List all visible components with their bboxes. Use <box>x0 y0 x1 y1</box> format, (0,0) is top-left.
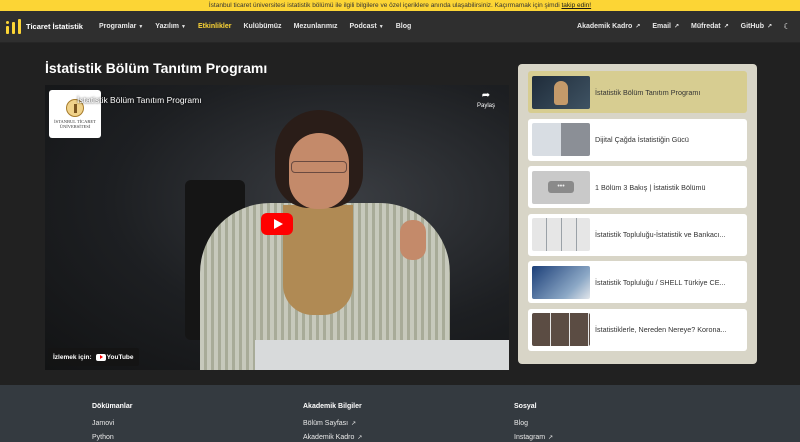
nav-mufredat[interactable]: Müfredat ↗ <box>685 23 735 30</box>
playlist-item-title: Dijital Çağda İstatistiğin Gücü <box>595 135 689 144</box>
playlist-item[interactable]: İstatistik Topluluğu-İstatistik ve Banka… <box>528 213 747 256</box>
external-link-icon: ↗ <box>357 435 363 441</box>
main-content: İstatistik Bölüm Tanıtım Programı İSTANB… <box>0 43 800 385</box>
brand-name: Ticaret İstatistik <box>26 22 83 31</box>
navbar: Ticaret İstatistik Programlar ▼ Yazılım ▼ … <box>0 11 800 43</box>
footer-link-akademik-kadro[interactable]: Akademik Kadro ↗ <box>303 434 362 441</box>
announcement-text: İstanbul ticaret üniversitesi istatistik… <box>208 2 560 9</box>
playlist-item-title: 1 Bölüm 3 Bakış | İstatistik Bölümü <box>595 182 706 192</box>
video-thumbnail-image <box>532 75 590 109</box>
chevron-down-icon: ▼ <box>181 23 186 30</box>
chevron-down-icon: ▼ <box>138 23 144 30</box>
nav-mezunlarimiz[interactable]: Mezunlarımız <box>288 23 344 30</box>
channel-badge-text: İSTANBUL TİCARET ÜNİVERSİTESİ <box>54 119 96 129</box>
footer-heading: Dökümanlar <box>92 403 133 410</box>
nav-email[interactable]: Email ↗ <box>646 23 685 30</box>
nav-left: Programlar ▼ Yazılım ▼ Etkinlikler Kulübüm… <box>93 23 417 30</box>
watch-on-label: İzlemek için: <box>53 353 92 361</box>
play-button[interactable] <box>261 213 293 235</box>
nav-blog[interactable]: Blog <box>390 23 418 30</box>
play-icon <box>273 219 283 229</box>
nav-yazilim[interactable]: Yazılım ▼ <box>149 23 192 30</box>
playlist-item[interactable]: İstatistiklerle, Nereden Nereye? Korona.… <box>528 308 747 351</box>
brand[interactable]: Ticaret İstatistik <box>6 19 83 34</box>
share-label: Paylaş <box>476 103 495 109</box>
share-icon: ➦ <box>481 90 491 101</box>
nav-programlar[interactable]: Programlar ▼ <box>93 23 149 30</box>
external-link-icon: ↗ <box>674 24 680 30</box>
playlist-item-title: İstatistik Topluluğu-İstatistik ve Banka… <box>595 230 726 239</box>
playlist-item[interactable]: İstatistik Bölüm Tanıtım Programı <box>528 71 747 113</box>
playlist-item-title: İstatistik Bölüm Tanıtım Programı <box>595 87 701 97</box>
video-thumbnail-image <box>532 265 590 299</box>
nav-akademik-kadro[interactable]: Akademik Kadro ↗ <box>571 23 646 30</box>
external-link-icon: ↗ <box>635 24 641 30</box>
external-link-icon: ↗ <box>723 24 729 30</box>
announcement-bar: İstanbul ticaret üniversitesi istatistik… <box>0 0 800 11</box>
page-title: İstatistik Bölüm Tanıtım Programı <box>45 60 268 76</box>
footer-heading: Sosyal <box>514 403 537 410</box>
video-player[interactable]: İSTANBUL TİCARET ÜNİVERSİTESİ İstatistik… <box>45 85 509 370</box>
watch-on-youtube-button[interactable]: İzlemek için: YouTube <box>48 348 139 366</box>
footer-heading: Akademik Bilgiler <box>303 403 362 410</box>
video-title[interactable]: İstatistik Bölüm Tanıtım Programı <box>77 95 202 105</box>
playlist: İstatistik Bölüm Tanıtım Programı Dijita… <box>518 64 757 364</box>
footer-column-akademik: Akademik Bilgiler Bölüm Sayfası ↗ Akadem… <box>303 403 362 442</box>
video-thumbnail-image <box>532 123 590 156</box>
playlist-item[interactable]: Dijital Çağda İstatistiğin Gücü <box>528 118 747 161</box>
video-thumbnail-image <box>532 218 590 251</box>
nav-right: Akademik Kadro ↗ Email ↗ Müfredat ↗ GitHub ↗… <box>571 22 794 31</box>
playlist-item-title: İstatistiklerle, Nereden Nereye? Korona.… <box>595 325 727 334</box>
footer-link-bolum-sayfasi[interactable]: Bölüm Sayfası ↗ <box>303 420 362 427</box>
footer-link-jamovi[interactable]: Jamovi <box>92 420 132 427</box>
footer-column-sosyal: Sosyal Blog Instagram ↗ <box>514 403 553 442</box>
youtube-logo-icon: YouTube <box>95 353 134 361</box>
external-link-icon: ↗ <box>766 24 772 30</box>
nav-kulubumuz[interactable]: Kulübümüz <box>237 23 287 30</box>
playlist-item-title: İstatistik Topluluğu / SHELL Türkiye CE.… <box>595 277 726 287</box>
chevron-down-icon: ▼ <box>378 23 384 30</box>
external-link-icon: ↗ <box>548 435 554 441</box>
video-thumbnail-image <box>532 313 590 346</box>
video-thumbnail-image: ••• <box>532 170 590 204</box>
footer: Dökümanlar Jamovi Python Akademik Bilgil… <box>0 385 800 442</box>
nav-github[interactable]: GitHub ↗ <box>735 23 778 30</box>
share-button[interactable]: ➦ Paylaş <box>475 90 497 109</box>
footer-link-instagram[interactable]: Instagram ↗ <box>514 434 553 441</box>
follow-link[interactable]: takip edin! <box>561 2 591 9</box>
moon-icon[interactable]: ☾ <box>780 22 794 31</box>
footer-column-dokumanlar: Dökümanlar Jamovi Python <box>92 403 132 442</box>
external-link-icon: ↗ <box>351 421 357 427</box>
playlist-item[interactable]: İstatistik Topluluğu / SHELL Türkiye CE.… <box>528 261 747 303</box>
footer-link-python[interactable]: Python <box>92 434 132 441</box>
more-dots-icon: ••• <box>548 181 574 193</box>
playlist-item[interactable]: ••• 1 Bölüm 3 Bakış | İstatistik Bölümü <box>528 166 747 208</box>
nav-podcast[interactable]: Podcast ▼ <box>344 23 390 30</box>
nav-etkinlikler[interactable]: Etkinlikler <box>192 23 237 30</box>
footer-link-blog[interactable]: Blog <box>514 420 553 427</box>
brand-logo-icon <box>6 19 21 34</box>
